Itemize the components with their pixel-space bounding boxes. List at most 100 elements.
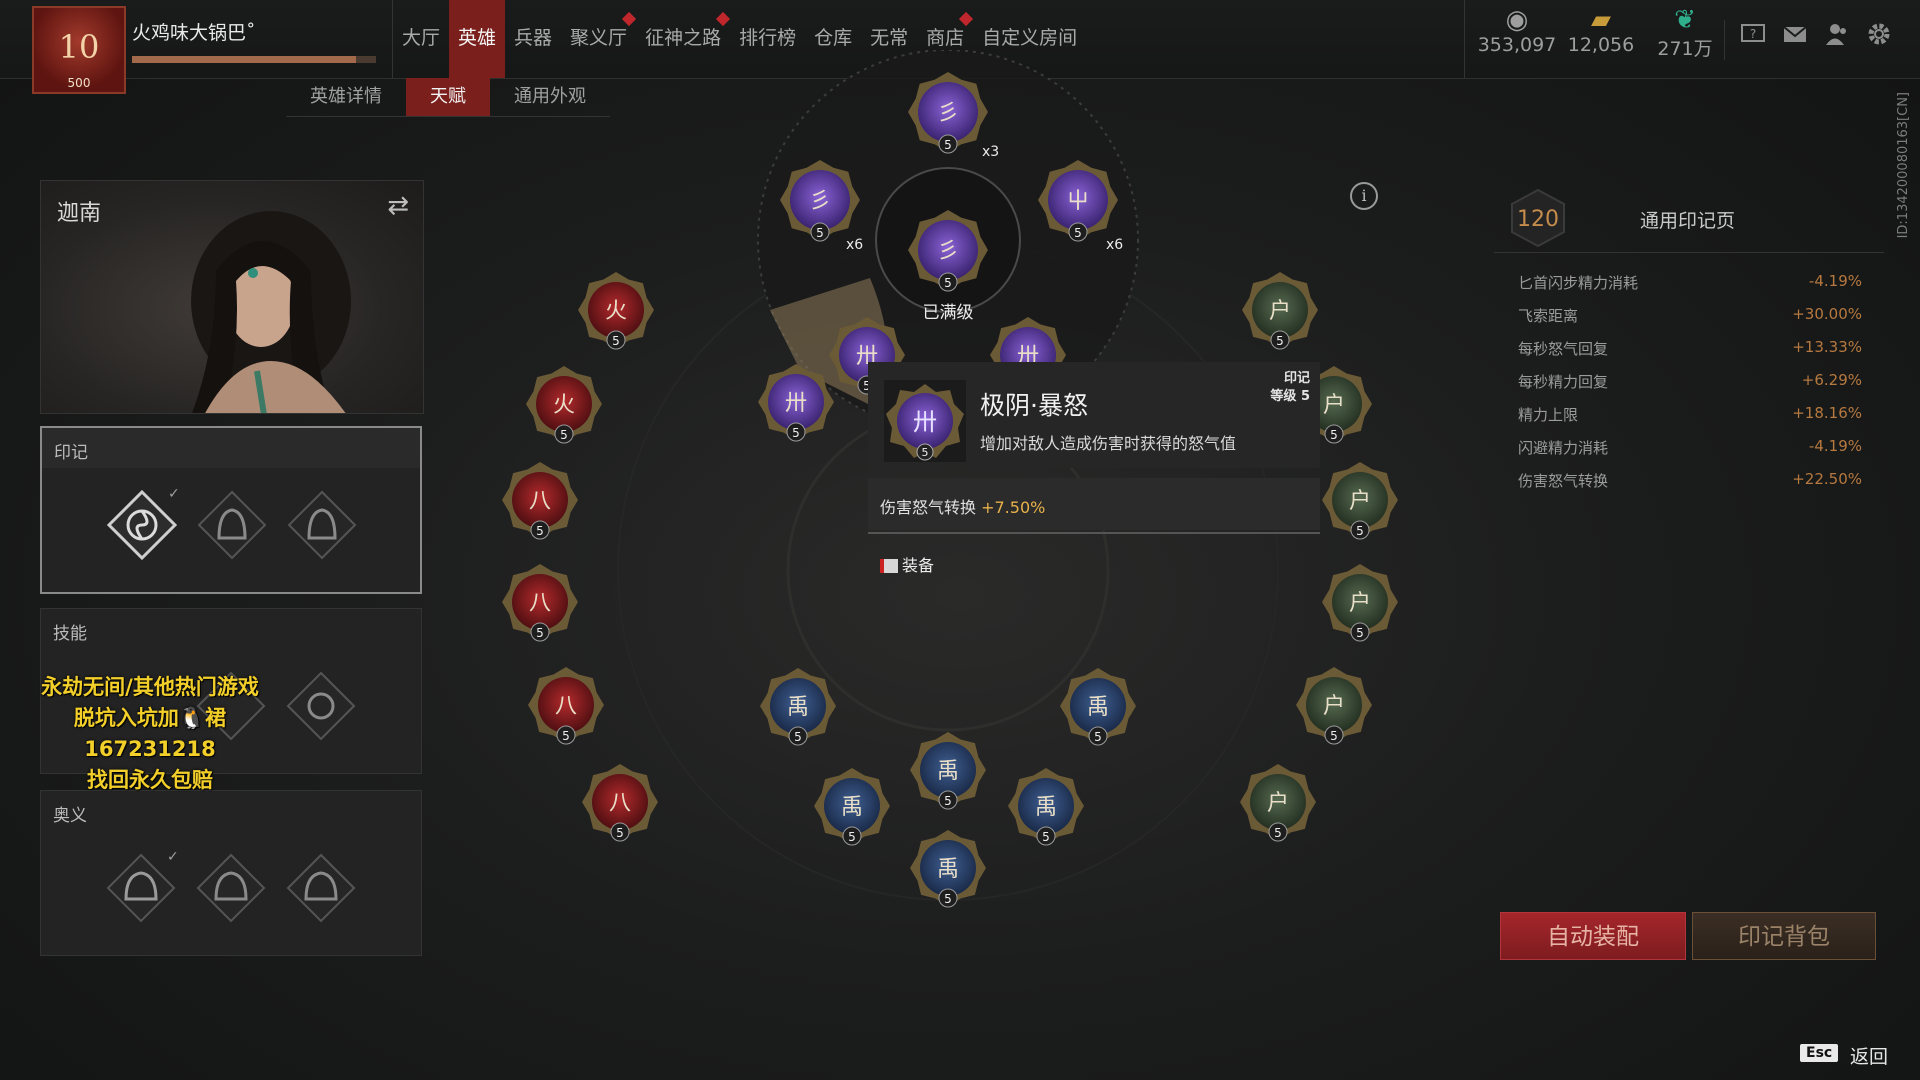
seal-tooltip: 卅 5 极阴·暴怒 增加对敌人造成伤害时获得的怒气值 印记 等级 5 伤害怒气转… — [868, 362, 1320, 584]
tooltip-equip-button[interactable]: 装备 — [880, 552, 934, 576]
currency-value: 271万 — [1657, 38, 1713, 60]
talent-node[interactable]: 卅5 — [758, 364, 834, 442]
equip-book-icon — [880, 559, 898, 573]
talent-node[interactable]: 禹5 — [814, 768, 890, 846]
talent-node-level: 5 — [616, 826, 624, 840]
nav-item-0[interactable]: 大厅 — [393, 0, 449, 78]
talent-node[interactable]: 火5 — [526, 366, 602, 444]
tooltip-stat-value: +7.50% — [981, 498, 1046, 517]
talent-node-glyph-icon: 禹 — [937, 857, 959, 882]
gold-bar-icon: ▰ — [1591, 5, 1611, 35]
talent-node-level: 5 — [794, 730, 802, 744]
seal-panel-header — [42, 428, 420, 468]
multiplier-right: x6 — [1106, 237, 1123, 253]
promo-overlay-text: 永劫无间/其他热门游戏 脱坑入坑加🐧裙167231218 找回永久包赔 — [10, 672, 290, 796]
mystery-slot-3[interactable] — [286, 853, 356, 923]
seal-slot-2[interactable] — [197, 490, 267, 560]
mystery-slot-2[interactable] — [196, 853, 266, 923]
help-icon[interactable]: ? — [1739, 20, 1767, 48]
currency-2[interactable]: ❦ 271万 — [1643, 0, 1727, 78]
player-level: 10 — [58, 28, 100, 66]
mystery-slot-1[interactable] — [106, 853, 176, 923]
nav-item-label: 自定义房间 — [982, 27, 1078, 49]
talent-node-level: 5 — [1356, 524, 1364, 538]
talent-node[interactable]: 八5 — [528, 667, 604, 745]
talent-node-glyph-icon: 八 — [529, 489, 551, 514]
skill-slot-3[interactable] — [286, 671, 356, 741]
swap-hero-icon[interactable]: ⇄ — [387, 191, 409, 221]
player-progress-fill — [132, 56, 357, 63]
talent-node-level: 5 — [1074, 226, 1082, 240]
talent-node[interactable]: 禹5 — [910, 732, 986, 810]
seal-stat-value: +6.29% — [1801, 371, 1862, 389]
friends-icon[interactable] — [1823, 20, 1851, 48]
info-icon[interactable]: i — [1350, 182, 1378, 210]
mystery-panel-title: 奥义 — [53, 806, 87, 826]
talent-node-level: 5 — [944, 794, 952, 808]
seal-stat-row: 每秒精力回复 +6.29% — [1518, 371, 1862, 404]
currency-1[interactable]: ▰ 12,056 — [1559, 0, 1643, 78]
seal-stat-value: +13.33% — [1792, 338, 1862, 356]
notification-dot-icon — [959, 11, 974, 27]
currency-value: 12,056 — [1567, 34, 1635, 56]
seal-stat-name: 每秒怒气回复 — [1518, 340, 1609, 358]
promo-line-2: 脱坑入坑加🐧裙167231218 — [73, 706, 227, 761]
talent-node-level: 5 — [1356, 626, 1364, 640]
talent-node[interactable]: 八5 — [582, 764, 658, 842]
talent-node[interactable]: 禹5 — [1008, 768, 1084, 846]
talent-node-glyph-icon: 户 — [1349, 591, 1371, 616]
talent-node-level: 5 — [562, 729, 570, 743]
seal-stat-row: 每秒怒气回复 +13.33% — [1518, 338, 1862, 371]
nav-item-label: 商店 — [926, 27, 965, 49]
seal-points-value: 120 — [1517, 207, 1559, 232]
player-progress-bar — [132, 56, 376, 63]
talent-node-glyph-icon: 彡 — [809, 189, 831, 214]
talent-node-glyph-icon: 禹 — [787, 695, 809, 720]
skill-panel-title: 技能 — [53, 624, 87, 644]
talent-node[interactable]: 八5 — [502, 462, 578, 540]
multiplier-left: x6 — [846, 237, 863, 253]
hero-portrait — [191, 211, 351, 413]
talent-node[interactable]: 禹5 — [760, 668, 836, 746]
talent-node-level: 5 — [612, 334, 620, 348]
talent-node[interactable]: 户5 — [1322, 564, 1398, 642]
talent-node[interactable]: 户5 — [1296, 667, 1372, 745]
talent-node[interactable]: 户5 — [1242, 272, 1318, 350]
nav-item-label: 仓库 — [814, 27, 853, 49]
subtab-0[interactable]: 英雄详情 — [286, 78, 406, 116]
notification-dot-icon — [621, 11, 637, 27]
auto-equip-button[interactable]: 自动装配 — [1500, 912, 1686, 960]
tooltip-seal-icon: 卅 5 — [884, 380, 966, 462]
talent-node[interactable]: 户5 — [1240, 764, 1316, 842]
talent-node-level: 5 — [1276, 334, 1284, 348]
mail-icon[interactable] — [1781, 20, 1809, 48]
currency-0[interactable]: ◉ 353,097 — [1475, 0, 1559, 78]
tooltip-equip-label: 装备 — [902, 556, 935, 575]
seal-stat-name: 飞索距离 — [1518, 307, 1579, 325]
hero-name: 迦南 — [57, 201, 102, 226]
seal-stat-name: 每秒精力回复 — [1518, 373, 1609, 391]
talent-node-glyph-icon: 屮 — [1067, 189, 1089, 214]
talent-node[interactable]: 火5 — [578, 272, 654, 350]
seal-slot-1[interactable] — [107, 490, 177, 560]
talent-node[interactable]: 禹5 — [910, 830, 986, 908]
subtab-1[interactable]: 天赋 — [406, 78, 490, 116]
seal-page-title[interactable]: 通用印记页 — [1640, 206, 1735, 233]
talent-node-glyph-icon: 禹 — [1087, 695, 1109, 720]
talent-node-glyph-icon: 火 — [605, 299, 627, 324]
talent-node-level: 5 — [944, 138, 952, 152]
tooltip-header: 卅 5 极阴·暴怒 增加对敌人造成伤害时获得的怒气值 印记 等级 5 — [868, 362, 1320, 468]
seal-slot-3[interactable] — [287, 490, 357, 560]
back-button[interactable]: 返回 — [1850, 1042, 1888, 1069]
tooltip-divider — [868, 532, 1320, 534]
seal-bag-button[interactable]: 印记背包 — [1692, 912, 1876, 960]
seal-stat-name: 闪避精力消耗 — [1518, 439, 1609, 457]
talent-node-level: 5 — [560, 428, 568, 442]
talent-node-level: 5 — [944, 276, 952, 290]
talent-node[interactable]: 户5 — [1322, 462, 1398, 540]
talent-node[interactable]: 八5 — [502, 564, 578, 642]
seal-stat-name: 伤害怒气转换 — [1518, 472, 1609, 490]
settings-gear-icon[interactable] — [1865, 20, 1893, 48]
player-level-badge[interactable]: 10 500 — [32, 6, 126, 94]
talent-node[interactable]: 禹5 — [1060, 668, 1136, 746]
